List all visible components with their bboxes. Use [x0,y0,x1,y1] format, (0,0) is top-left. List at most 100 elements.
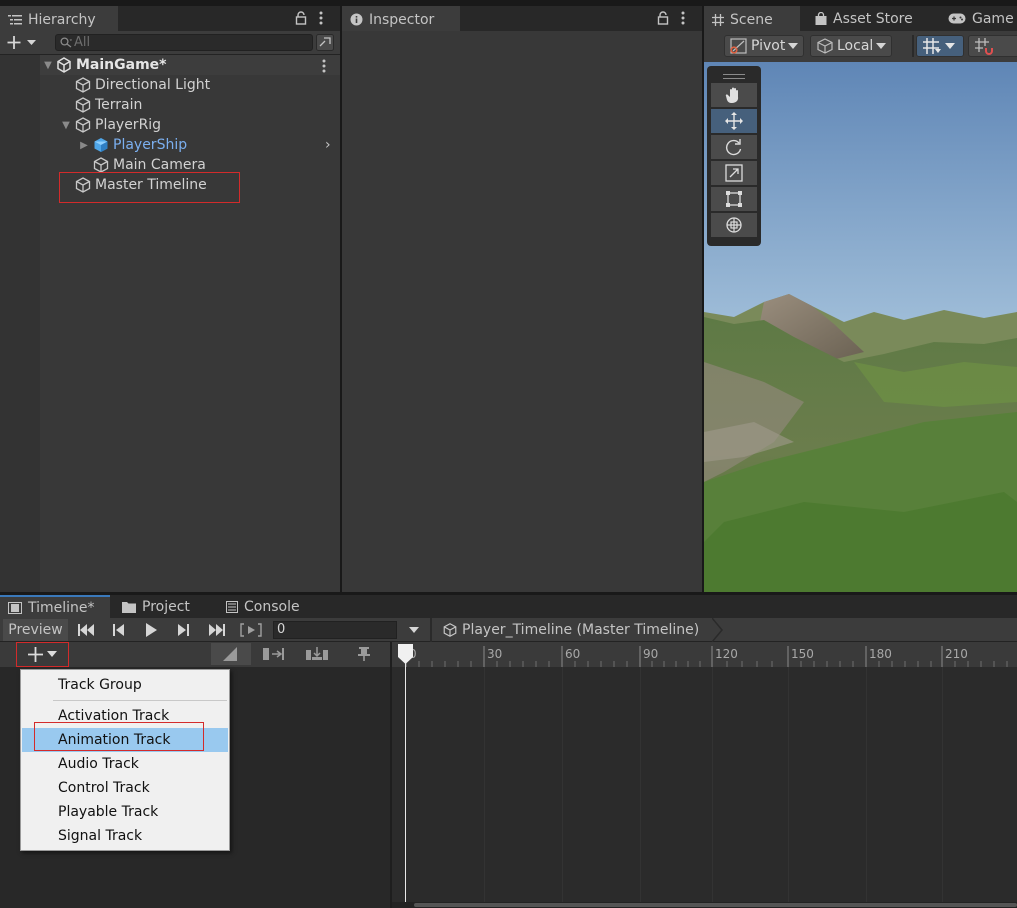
info-icon [350,13,363,26]
hierarchy-item-label: Main Camera [113,157,206,173]
scrollbar-thumb[interactable] [414,903,1017,907]
gameobject-cube-icon [442,622,458,638]
ruler-label: 60 [565,647,581,661]
tab-scene-label: Scene [730,11,773,28]
hierarchy-toolbar: All [0,31,340,55]
chevron-down-icon [945,43,955,49]
pin-icon [358,647,370,661]
menu-item-signal-track[interactable]: Signal Track [22,824,228,848]
scene-kebab-icon[interactable] [321,59,327,73]
drag-handle-line[interactable] [723,78,745,79]
expand-arrow-icon[interactable]: ▼ [58,120,74,131]
pivot-dropdown[interactable]: Pivot [724,35,804,57]
ripple-mode-button[interactable] [211,643,251,665]
transform-tool-button[interactable] [711,213,757,237]
hierarchy-item-playerrig[interactable]: ▼ PlayerRig [58,115,161,135]
current-frame-field[interactable]: 0 [273,621,397,639]
hierarchy-item-label: Terrain [95,97,143,113]
preview-button[interactable]: Preview [3,619,68,641]
tab-inspector[interactable]: Inspector [342,6,460,31]
highlight-box-add-button [16,642,69,667]
transform-combined-icon [725,216,743,234]
scene-search-toggle-icon[interactable] [316,34,334,51]
scale-tool-button[interactable] [711,161,757,185]
time-ruler[interactable]: 0 30 60 90 120 150 180 210 [392,642,1017,667]
skip-to-end-icon [207,624,225,636]
play-icon [145,623,157,637]
playhead-handle-icon[interactable] [398,644,413,664]
tab-game[interactable]: Game [940,6,1017,31]
play-range-icon [240,623,262,637]
replace-mode-button[interactable] [297,643,337,665]
tab-timeline[interactable]: Timeline* [0,595,110,618]
transform-tools-overlay [707,66,761,246]
toolbar-separator [430,618,432,642]
tab-scene[interactable]: Scene [704,6,800,31]
play-button[interactable] [136,619,166,641]
highlight-box-master-timeline [59,172,240,203]
rect-transform-icon [725,190,743,208]
tab-hierarchy-label: Hierarchy [28,11,96,28]
lock-icon[interactable] [295,11,307,25]
ruler-label: 120 [715,647,738,661]
chevron-down-icon [876,43,887,49]
pivot-label: Pivot [751,38,786,54]
tab-inspector-label: Inspector [369,11,435,28]
local-dropdown[interactable]: Local [810,35,892,57]
hierarchy-panel: Hierarchy All ▼ MainGame* Directional Li… [0,6,340,592]
grid-snap-icon [922,37,942,55]
ruler-label: 90 [643,647,659,661]
lock-icon[interactable] [657,11,669,25]
hand-tool-button[interactable] [711,83,757,107]
menu-item-control-track[interactable]: Control Track [22,776,228,800]
tab-console[interactable]: Console [218,595,310,618]
grid-line [484,667,485,908]
timeline-dropdown-button[interactable] [402,619,426,641]
hierarchy-item-terrain[interactable]: Terrain [74,95,142,115]
search-icon [60,37,72,48]
grid-snap-toggle[interactable] [916,35,964,57]
expand-arrow-icon[interactable]: ▼ [40,60,56,71]
add-object-button[interactable] [7,35,37,50]
drag-handle-line[interactable] [723,74,745,75]
menu-item-track-group[interactable]: Track Group [22,673,228,697]
menu-item-label: Audio Track [58,756,139,772]
increment-snap-toggle[interactable] [968,35,1017,57]
tab-game-label: Game [972,10,1014,27]
tab-project-label: Project [142,598,190,615]
hierarchy-item-directional-light[interactable]: Directional Light [74,75,210,95]
move-tool-button[interactable] [711,109,757,133]
scene-root-row[interactable]: ▼ MainGame* [40,55,340,75]
search-placeholder: All [74,35,91,50]
rotate-tool-button[interactable] [711,135,757,159]
tab-asset-store[interactable]: Asset Store [807,6,923,31]
local-label: Local [837,38,874,54]
clip-area[interactable] [392,667,1017,908]
hierarchy-item-playership[interactable]: ▶ PlayerShip [76,135,187,155]
film-strip-icon [8,601,22,614]
add-track-menu: Track Group Activation Track Animation T… [20,669,230,851]
kebab-menu-icon[interactable] [318,11,324,25]
play-range-button[interactable] [236,619,266,641]
rect-tool-button[interactable] [711,187,757,211]
shopping-bag-icon [815,12,827,25]
next-frame-button[interactable] [168,619,198,641]
hierarchy-item-label: Directional Light [95,77,211,93]
collapse-arrow-icon[interactable]: ▶ [76,140,92,151]
marker-pin-button[interactable] [344,643,384,665]
kebab-menu-icon[interactable] [680,11,686,25]
menu-item-audio-track[interactable]: Audio Track [22,752,228,776]
chevron-right-icon[interactable]: › [325,137,331,153]
hierarchy-search-input[interactable]: All [55,34,313,51]
tab-hierarchy[interactable]: Hierarchy [0,6,118,31]
horizontal-scrollbar[interactable] [392,902,1017,908]
tab-project[interactable]: Project [114,595,200,618]
inspector-panel: Inspector [342,6,702,592]
move-arrows-icon [725,112,743,130]
prev-frame-button[interactable] [104,619,134,641]
timeline-breadcrumb[interactable]: Player_Timeline (Master Timeline) [442,620,699,640]
goto-start-button[interactable] [72,619,102,641]
mix-mode-button[interactable] [254,643,294,665]
goto-end-button[interactable] [200,619,232,641]
menu-item-playable-track[interactable]: Playable Track [22,800,228,824]
